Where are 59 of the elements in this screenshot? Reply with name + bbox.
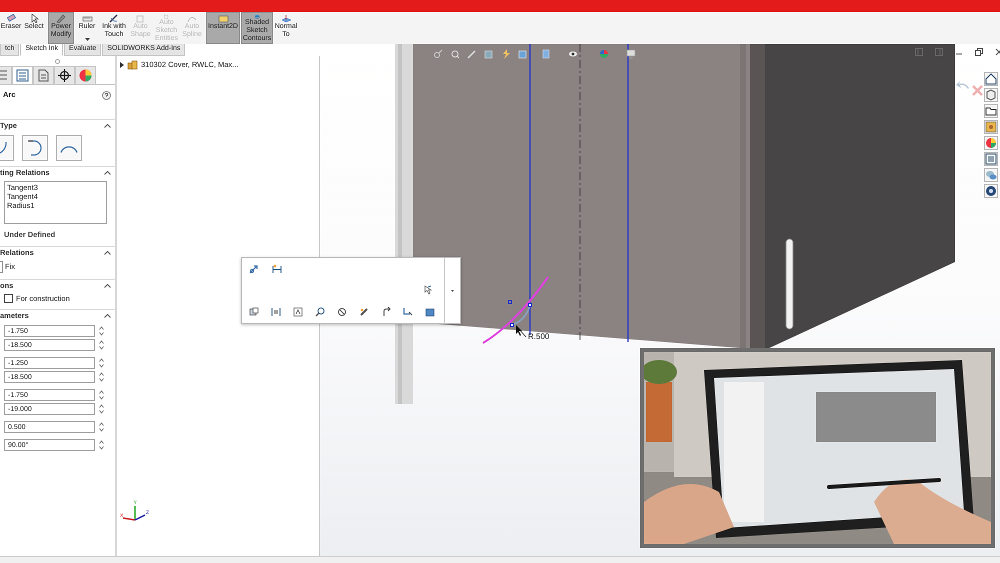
chevron-icon[interactable]	[104, 251, 111, 255]
panel-tab[interactable]	[54, 66, 75, 84]
dimension-icon[interactable]	[272, 264, 282, 274]
arc-type-button[interactable]	[22, 135, 48, 161]
cube-icon[interactable]	[984, 88, 998, 102]
chevron-icon[interactable]	[104, 124, 111, 128]
chevron-icon[interactable]	[104, 284, 111, 288]
list-icon[interactable]	[984, 152, 998, 166]
eye-icon[interactable]	[568, 49, 578, 59]
panel-tab[interactable]	[33, 66, 54, 84]
spinner-icon[interactable]	[99, 358, 104, 368]
chevron-icon[interactable]	[104, 171, 111, 175]
window-icon	[218, 14, 228, 23]
pencil-icon[interactable]	[359, 307, 369, 317]
spinner-icon[interactable]	[99, 390, 104, 400]
arc-type-button[interactable]	[56, 135, 82, 161]
spinner-icon[interactable]	[99, 372, 104, 382]
dimension-label[interactable]: R.500	[528, 332, 550, 341]
gear-icon[interactable]	[984, 184, 998, 198]
checkbox[interactable]	[4, 294, 13, 303]
monitor-icon[interactable]	[626, 49, 636, 59]
home-icon[interactable]	[984, 72, 998, 86]
chevron-icon[interactable]	[104, 314, 111, 318]
pencil-icon	[56, 14, 66, 23]
cursor-icon	[516, 325, 522, 336]
arrow-icon[interactable]	[381, 307, 391, 317]
cube-icon[interactable]	[425, 307, 435, 317]
arc-icon	[28, 140, 42, 156]
panel-tab[interactable]	[12, 66, 33, 84]
spinner-icon[interactable]	[99, 404, 104, 414]
help-icon[interactable]	[102, 90, 111, 100]
sketch-point	[508, 300, 512, 304]
arrow-icon[interactable]	[249, 264, 259, 274]
list-icon	[14, 67, 31, 84]
layers-icon	[252, 14, 262, 19]
pen-icon	[108, 14, 120, 23]
plane-icon	[280, 14, 292, 23]
spinner-icon[interactable]	[99, 326, 104, 336]
text-icon[interactable]	[293, 307, 303, 317]
crosshair-icon	[56, 67, 73, 84]
grip-icon	[55, 58, 60, 64]
spinner-icon[interactable]	[99, 340, 104, 350]
square-icon	[135, 14, 146, 23]
folder-icon[interactable]	[984, 104, 998, 118]
eraser-icon	[6, 14, 16, 23]
sketch-point	[528, 303, 532, 307]
search-icon[interactable]	[315, 307, 325, 317]
sphere-icon	[77, 67, 94, 84]
cursor-icon[interactable]	[423, 285, 433, 295]
sphere-icon[interactable]	[984, 136, 998, 150]
caret-icon[interactable]	[451, 290, 454, 292]
restore-icon[interactable]	[975, 48, 983, 56]
spinner-icon[interactable]	[99, 422, 104, 432]
expander-icon[interactable]	[119, 62, 124, 68]
spinner-icon[interactable]	[99, 440, 104, 450]
display-icon[interactable]	[249, 307, 259, 317]
sketch-point	[510, 323, 514, 327]
image-icon[interactable]	[984, 120, 998, 134]
assembly-icon	[127, 59, 138, 70]
